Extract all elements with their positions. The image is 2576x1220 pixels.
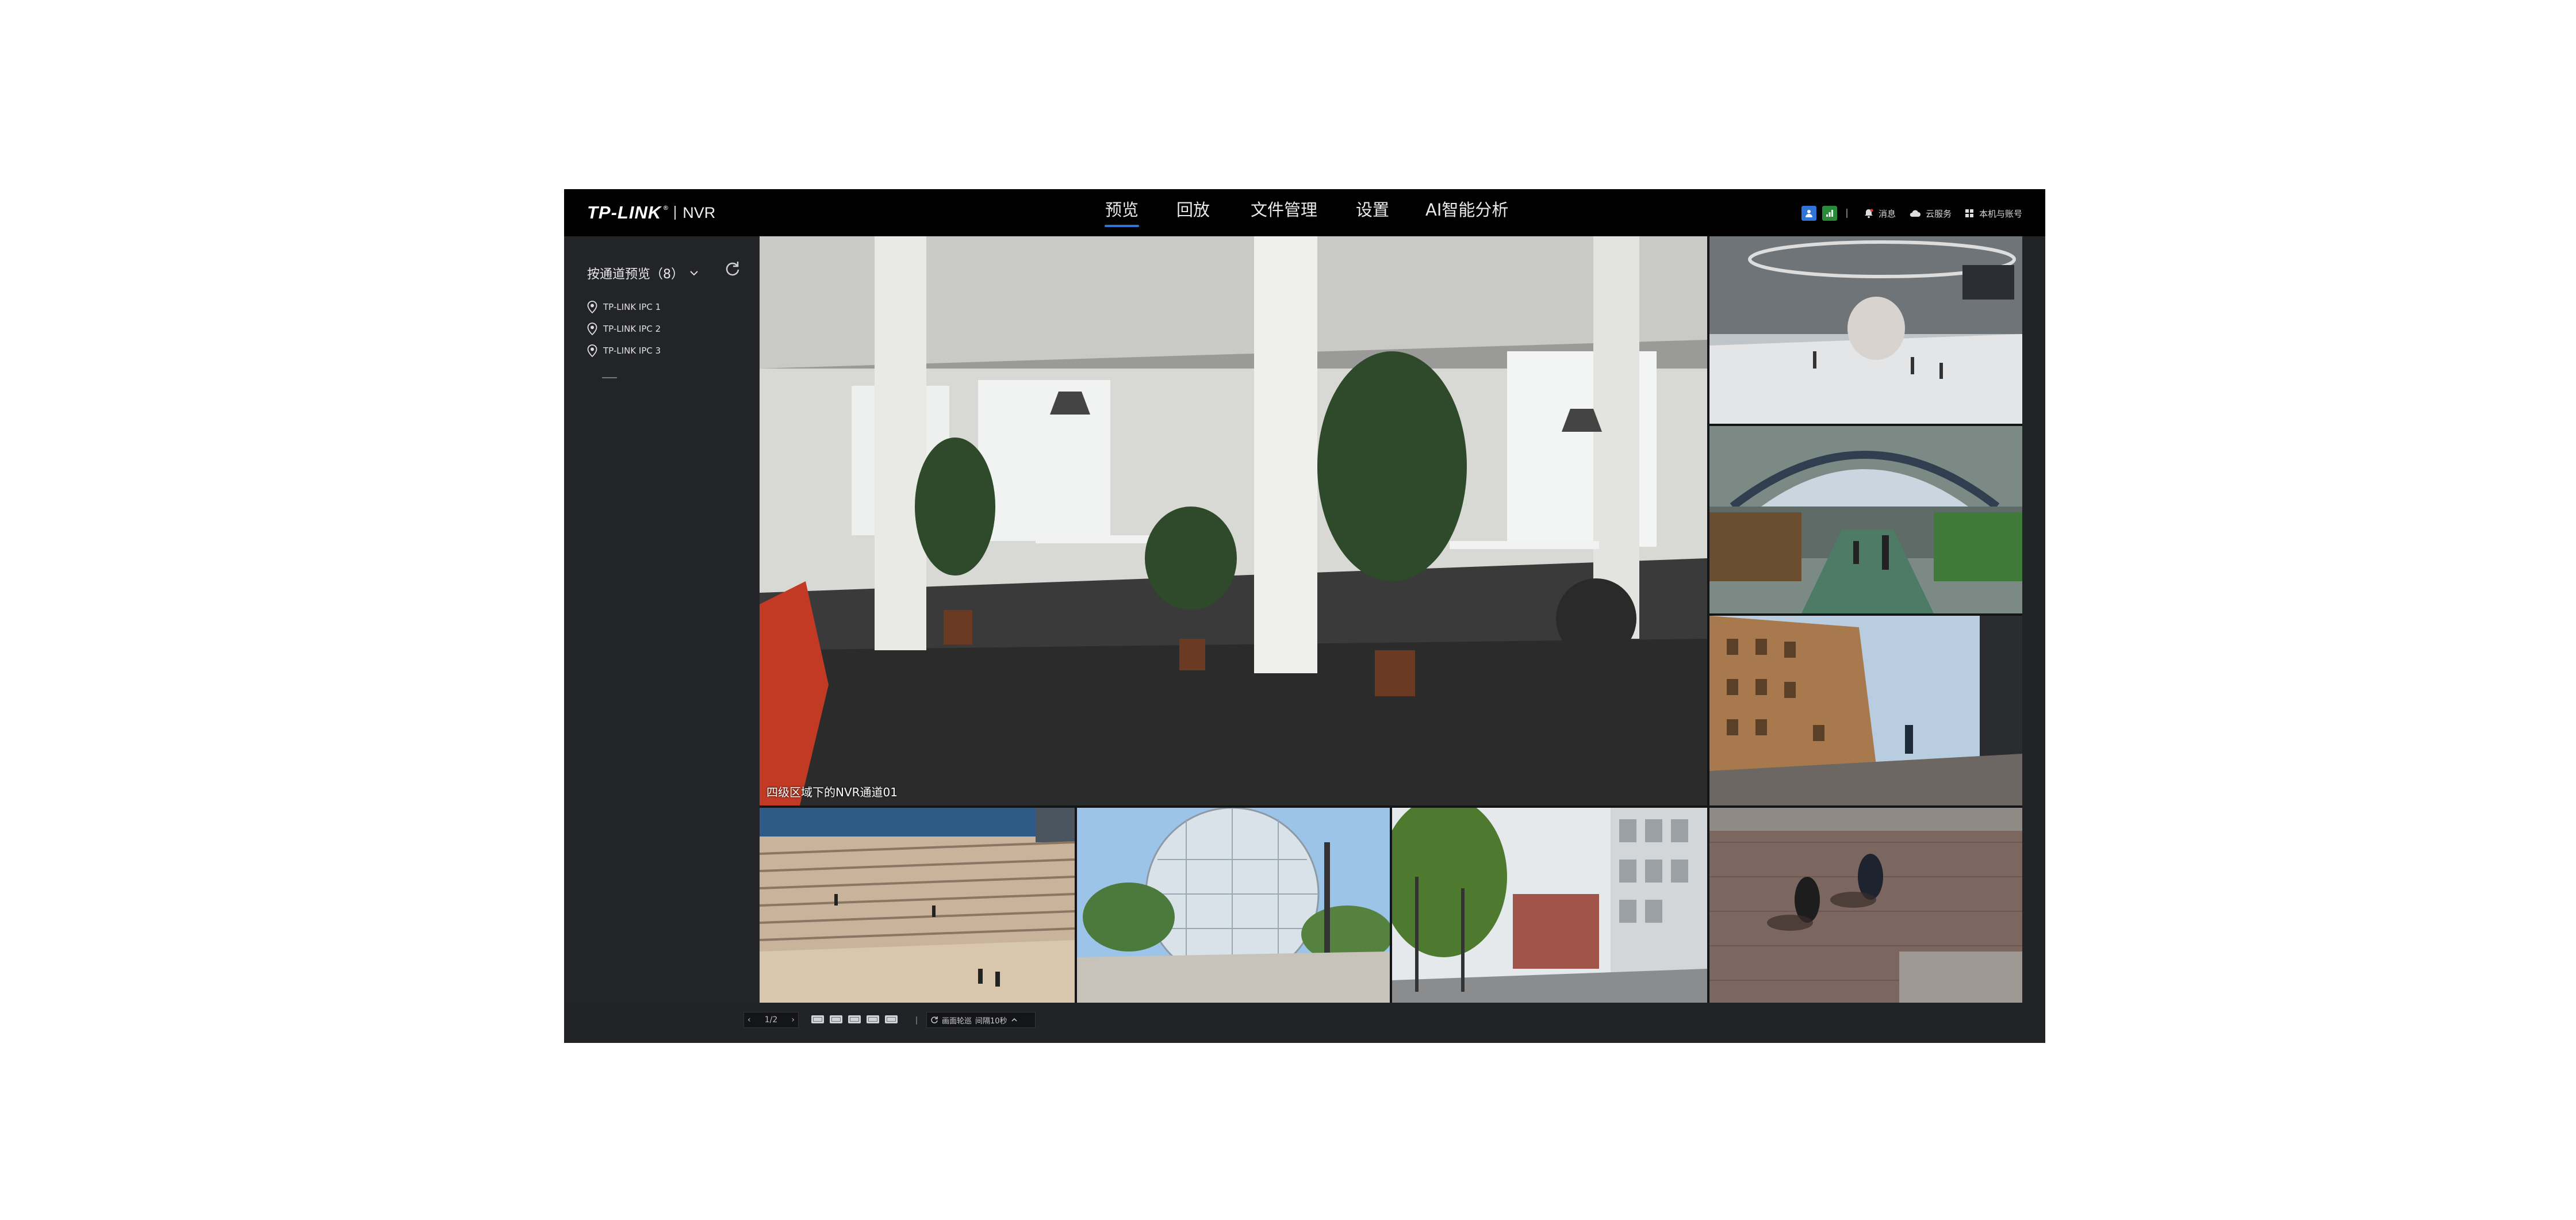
account-button[interactable]: 本机与账号 (1964, 208, 2022, 220)
nav-ai-analysis[interactable]: AI智能分析 (1425, 198, 1508, 227)
layout-buttons (811, 1015, 898, 1023)
device-label: TP-LINK IPC 2 (603, 324, 661, 334)
channel-view-label: 按通道预览（8） (587, 267, 684, 282)
next-page-button[interactable]: › (791, 1015, 795, 1025)
video-tile-5[interactable] (760, 808, 1075, 1003)
steps-scene (760, 808, 1075, 1003)
cloud-icon (1910, 210, 1920, 217)
cycle-icon (931, 1016, 938, 1023)
layout-4x4-button[interactable] (885, 1015, 898, 1023)
street-scene (1392, 808, 1707, 1003)
controls-divider (916, 1016, 917, 1025)
layout-2x2-button[interactable] (830, 1015, 842, 1023)
chevron-down-icon (690, 271, 698, 276)
cycle-control[interactable]: 画面轮巡 间隔10秒 (926, 1012, 1036, 1028)
pavement-scene (1709, 808, 2022, 1003)
video-tile-3[interactable] (1709, 426, 2022, 613)
top-bar: TP-LINK ® NVR 预览 回放 文件管理 设置 AI智能分析 消息 云服… (564, 189, 2045, 236)
bell-icon (1864, 209, 1873, 218)
camera-pin-icon (587, 323, 597, 335)
messages-button[interactable]: 消息 (1864, 208, 1896, 220)
grid-icon (1965, 209, 1973, 217)
video-tile-2[interactable] (1709, 236, 2022, 424)
messages-label: 消息 (1878, 208, 1896, 219)
video-tile-4[interactable] (1709, 616, 2022, 805)
dome-scene (1077, 808, 1390, 1003)
chevron-up-icon (1011, 1018, 1017, 1022)
camera-pin-icon (587, 301, 597, 313)
nav-file-management[interactable]: 文件管理 (1249, 198, 1318, 227)
page-indicator: 1/2 (764, 1015, 778, 1025)
cloud-service-button[interactable]: 云服务 (1908, 208, 1952, 220)
building-scene (1709, 616, 2022, 805)
device-item-ipc1[interactable]: TP-LINK IPC 1 (587, 301, 661, 313)
nvr-app: TP-LINK ® NVR 预览 回放 文件管理 设置 AI智能分析 消息 云服… (564, 189, 2045, 1043)
nav-playback[interactable]: 回放 (1176, 198, 1210, 227)
channel-label: 四级区域下的NVR通道01 (766, 785, 898, 799)
header-tools: 消息 云服务 本机与账号 (1801, 205, 2022, 221)
mall-scene (1709, 236, 2022, 424)
device-label: TP-LINK IPC 3 (603, 346, 661, 356)
refresh-icon[interactable] (724, 260, 741, 278)
signal-icon[interactable] (1822, 206, 1837, 221)
channel-view-selector[interactable]: 按通道预览（8） (587, 264, 699, 282)
video-tile-6[interactable] (1077, 808, 1390, 1003)
prev-page-button[interactable]: ‹ (747, 1015, 751, 1025)
cycle-label: 画面轮巡 (942, 1016, 972, 1026)
device-item-ipc2[interactable]: TP-LINK IPC 2 (587, 323, 661, 335)
account-label: 本机与账号 (1979, 208, 2022, 219)
device-label: TP-LINK IPC 1 (603, 302, 661, 312)
preview-grid: 四级区域下的NVR通道01 (760, 236, 2022, 1003)
interval-select[interactable]: 间隔10秒 (975, 1015, 1007, 1026)
layout-1x1-button[interactable] (811, 1015, 824, 1023)
more-indicator (602, 377, 617, 378)
tools-divider (1846, 209, 1847, 218)
cloud-label: 云服务 (1925, 208, 1952, 219)
camera-pin-icon (587, 344, 597, 357)
layout-1plus7-button[interactable] (848, 1015, 861, 1023)
user-status-icon[interactable] (1801, 206, 1816, 221)
preview-controls: ‹ 1/2 › 画面轮巡 间隔10秒 (564, 1003, 2045, 1043)
device-item-ipc3[interactable]: TP-LINK IPC 3 (587, 344, 661, 357)
layout-3x3-button[interactable] (867, 1015, 879, 1023)
nav-preview[interactable]: 预览 (1105, 198, 1139, 227)
video-tile-7[interactable] (1392, 808, 1707, 1003)
video-tile-main[interactable]: 四级区域下的NVR通道01 (760, 236, 1707, 805)
video-tile-8[interactable] (1709, 808, 2022, 1003)
channel-sidebar: 按通道预览（8） TP-LINK IPC 1 TP-LINK IPC 2 TP-… (564, 236, 760, 1043)
page-switcher: ‹ 1/2 › (743, 1012, 799, 1028)
office-scene (760, 236, 1707, 805)
nav-settings[interactable]: 设置 (1355, 198, 1390, 227)
market-scene (1709, 426, 2022, 613)
